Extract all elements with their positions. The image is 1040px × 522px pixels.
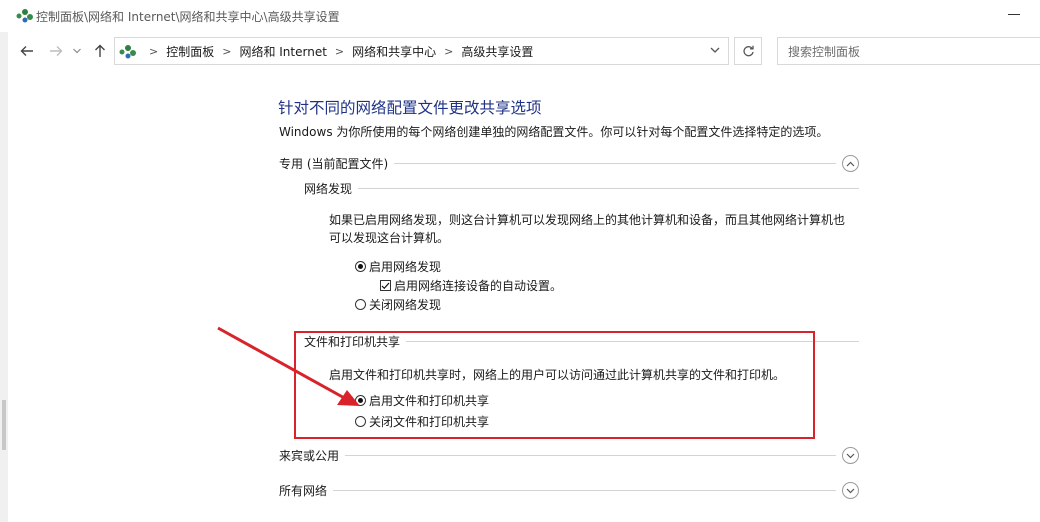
arrow-left-icon — [20, 46, 33, 56]
divider — [394, 163, 836, 164]
address-dropdown-button[interactable] — [710, 44, 720, 57]
chevron-down-icon — [846, 453, 855, 458]
section-label-private: 专用 (当前配置文件) — [279, 157, 389, 171]
breadcrumb-item-advanced-sharing[interactable]: 高级共享设置 — [461, 43, 533, 60]
section-all-networks[interactable]: 所有网络 — [279, 482, 859, 499]
section-label-all-networks: 所有网络 — [279, 484, 328, 498]
address-bar[interactable]: > 控制面板 > 网络和 Internet > 网络和共享中心 > 高级共享设置 — [114, 37, 729, 65]
radio-enable-network-discovery[interactable]: 启用网络发现 — [355, 258, 441, 275]
forward-button[interactable] — [45, 40, 67, 62]
expand-button[interactable] — [842, 447, 859, 464]
breadcrumb-separator-icon[interactable]: > — [335, 45, 344, 58]
subsection-label-network-discovery: 网络发现 — [304, 182, 353, 196]
checkbox-auto-setup[interactable]: 启用网络连接设备的自动设置。 — [380, 277, 562, 294]
chevron-down-icon — [73, 48, 81, 54]
radio-unselected-icon[interactable] — [355, 299, 366, 310]
option-label: 关闭网络发现 — [369, 298, 442, 312]
search-box[interactable] — [777, 37, 1040, 65]
highlight-box — [294, 331, 815, 439]
description-line: 可以发现这台计算机。 — [329, 231, 450, 245]
minimize-button[interactable] — [1008, 14, 1020, 15]
checkmark-icon — [381, 282, 390, 289]
expand-button[interactable] — [842, 482, 859, 499]
option-label: 启用网络连接设备的自动设置。 — [394, 279, 563, 293]
divider — [333, 490, 836, 491]
section-label-guest-public: 来宾或公用 — [279, 449, 340, 463]
title-bar: 控制面板\网络和 Internet\网络和共享中心\高级共享设置 — [0, 0, 1040, 32]
section-guest-public[interactable]: 来宾或公用 — [279, 447, 859, 464]
back-button[interactable] — [16, 40, 38, 62]
refresh-icon — [742, 45, 754, 56]
chevron-up-icon — [846, 161, 855, 166]
breadcrumb-item-network-internet[interactable]: 网络和 Internet — [239, 43, 326, 60]
breadcrumb-separator-icon[interactable]: > — [222, 45, 231, 58]
network-app-icon — [16, 9, 33, 23]
divider — [345, 455, 836, 456]
collapse-button[interactable] — [842, 155, 859, 172]
section-private-profile[interactable]: 专用 (当前配置文件) — [279, 155, 859, 172]
network-location-icon — [119, 44, 136, 58]
subsection-network-discovery: 网络发现 — [304, 180, 859, 197]
annotation-arrow-icon — [217, 326, 360, 406]
chevron-down-icon — [846, 488, 855, 493]
breadcrumb: > 控制面板 > 网络和 Internet > 网络和共享中心 > 高级共享设置 — [119, 43, 533, 60]
recent-locations-button[interactable] — [70, 40, 84, 62]
breadcrumb-item-network-sharing-center[interactable]: 网络和共享中心 — [352, 43, 436, 60]
scrollbar-thumb[interactable] — [2, 400, 6, 450]
divider — [358, 188, 859, 189]
option-label: 启用网络发现 — [369, 260, 442, 274]
search-input[interactable] — [786, 39, 1030, 65]
arrow-up-icon — [95, 44, 105, 57]
checkbox-checked-icon[interactable] — [380, 280, 391, 291]
page-title: 针对不同的网络配置文件更改共享选项 — [278, 99, 542, 117]
breadcrumb-separator-icon[interactable]: > — [444, 45, 453, 58]
arrow-right-icon — [50, 46, 63, 56]
window-title: 控制面板\网络和 Internet\网络和共享中心\高级共享设置 — [36, 10, 340, 24]
radio-disable-network-discovery[interactable]: 关闭网络发现 — [355, 296, 441, 313]
breadcrumb-separator-icon[interactable]: > — [149, 45, 158, 58]
refresh-button[interactable] — [734, 37, 762, 65]
network-discovery-description: 如果已启用网络发现，则这台计算机可以发现网络上的其他计算机和设备，而且其他网络计… — [329, 211, 849, 247]
breadcrumb-item-control-panel[interactable]: 控制面板 — [166, 43, 214, 60]
page-description: Windows 为你所使用的每个网络创建单独的网络配置文件。你可以针对每个配置文… — [279, 125, 829, 139]
radio-selected-icon[interactable] — [355, 261, 366, 272]
up-button[interactable] — [89, 40, 111, 62]
description-line: 如果已启用网络发现，则这台计算机可以发现网络上的其他计算机和设备，而且其他网络计… — [329, 213, 846, 227]
chevron-down-icon — [710, 47, 720, 53]
